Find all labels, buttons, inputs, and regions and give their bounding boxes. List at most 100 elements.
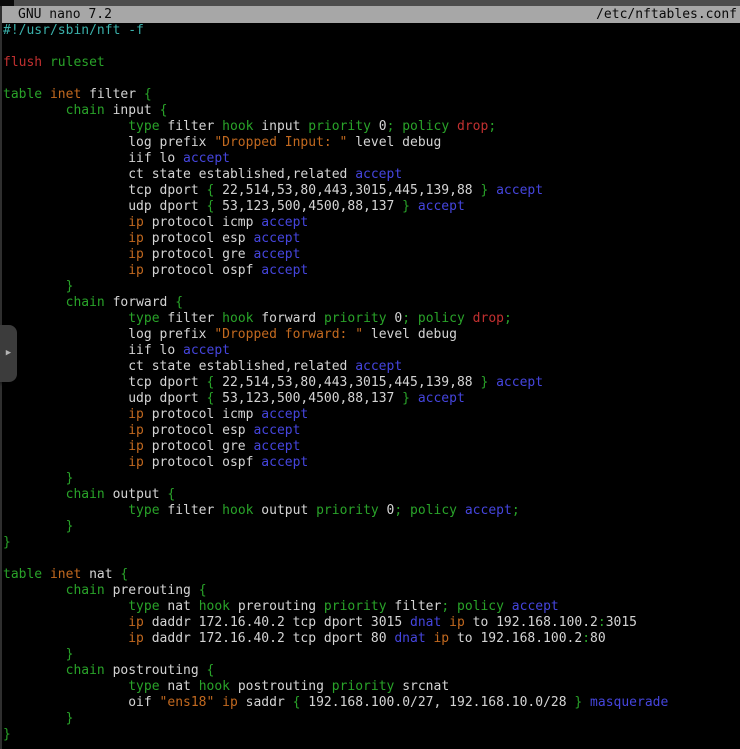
code-token: type [128, 311, 159, 326]
code-token: inet [50, 87, 81, 102]
code-token: drop [457, 119, 488, 134]
code-line: ip protocol icmp accept [3, 215, 740, 231]
code-line: ip protocol gre accept [3, 247, 740, 263]
code-token [410, 199, 418, 214]
code-token: priority [324, 599, 387, 614]
code-token: accept [183, 343, 230, 358]
code-line: chain input { [3, 103, 740, 119]
code-token [42, 567, 50, 582]
code-token [3, 503, 128, 518]
code-token [3, 279, 66, 294]
code-line: type filter hook input priority 0; polic… [3, 119, 740, 135]
code-token: oif [3, 695, 160, 710]
code-token: protocol gre [144, 439, 254, 454]
code-token: hook [199, 679, 230, 694]
code-token: type [128, 679, 159, 694]
code-token: priority [308, 119, 371, 134]
code-token: postrouting [105, 663, 207, 678]
code-token: accept [183, 151, 230, 166]
sidebar-handle[interactable]: ▶ [0, 325, 17, 382]
code-token [3, 407, 128, 422]
code-token [3, 215, 128, 230]
code-token: level debug [363, 327, 457, 342]
code-token [3, 247, 128, 262]
code-token [3, 679, 128, 694]
code-token [3, 615, 128, 630]
code-token: accept [418, 391, 465, 406]
code-token [3, 711, 66, 726]
code-line: } [3, 727, 740, 743]
code-token: ip [128, 263, 144, 278]
code-token: accept [512, 599, 559, 614]
code-token [582, 695, 590, 710]
code-token: ip [128, 231, 144, 246]
code-token: { [207, 663, 215, 678]
code-line: } [3, 647, 740, 663]
code-line: ct state established,related accept [3, 167, 740, 183]
code-line: } [3, 519, 740, 535]
code-token [3, 647, 66, 662]
code-token [3, 231, 128, 246]
code-token: ip [222, 695, 238, 710]
code-token: level debug [347, 135, 441, 150]
code-line: } [3, 279, 740, 295]
code-line: tcp dport { 22,514,53,80,443,3015,445,13… [3, 375, 740, 391]
code-token: protocol gre [144, 247, 254, 262]
code-line: chain output { [3, 487, 740, 503]
code-token: accept [253, 231, 300, 246]
code-token: filter [160, 311, 223, 326]
code-token: ; [441, 599, 449, 614]
code-line: ip protocol ospf accept [3, 455, 740, 471]
code-token: log prefix [3, 327, 214, 342]
code-token: } [3, 535, 11, 550]
code-token: nat [81, 567, 120, 582]
code-token: srcnat [394, 679, 449, 694]
code-token: 3015 [606, 615, 637, 630]
code-line: ip protocol gre accept [3, 439, 740, 455]
code-token: ip [433, 631, 449, 646]
code-line: iif lo accept [3, 151, 740, 167]
code-token: filter [160, 119, 223, 134]
code-line: chain forward { [3, 295, 740, 311]
code-token: udp dport [3, 199, 207, 214]
code-token: "Dropped forward: " [214, 327, 363, 342]
code-line: ip protocol ospf accept [3, 263, 740, 279]
code-token: priority [324, 311, 387, 326]
code-token: ip [128, 439, 144, 454]
code-token: ; [504, 311, 512, 326]
code-token [488, 375, 496, 390]
code-line: table inet filter { [3, 87, 740, 103]
code-line: table inet nat { [3, 567, 740, 583]
code-token: iif lo [3, 343, 183, 358]
code-token: accept [261, 215, 308, 230]
code-token: hook [222, 503, 253, 518]
code-token: chain [66, 103, 105, 118]
code-token: inet [50, 567, 81, 582]
code-token: filter [81, 87, 144, 102]
code-token: flush [3, 55, 42, 70]
file-path-label: /etc/nftables.conf [596, 6, 737, 23]
code-token: 53,123,500,4500,88,137 [214, 199, 402, 214]
code-line: #!/usr/sbin/nft -f [3, 23, 740, 39]
code-token [3, 295, 66, 310]
code-token [3, 311, 128, 326]
code-token: to 192.168.100.2 [465, 615, 598, 630]
code-token: prerouting [230, 599, 324, 614]
code-token: filter [160, 503, 223, 518]
code-line: chain prerouting { [3, 583, 740, 599]
code-token: dnat [394, 631, 425, 646]
code-token: hook [222, 119, 253, 134]
code-line: ip daddr 172.16.40.2 tcp dport 80 dnat i… [3, 631, 740, 647]
code-line: type nat hook postrouting priority srcna… [3, 679, 740, 695]
code-token [3, 599, 128, 614]
code-token: ip [128, 455, 144, 470]
code-token: chain [66, 583, 105, 598]
code-line: ip protocol esp accept [3, 423, 740, 439]
code-token: forward [105, 295, 175, 310]
editor-content[interactable]: #!/usr/sbin/nft -fflush rulesettable ine… [3, 23, 740, 743]
code-token: { [199, 583, 207, 598]
code-token [449, 119, 457, 134]
code-token: priority [316, 503, 379, 518]
code-line [3, 71, 740, 87]
code-line: udp dport { 53,123,500,4500,88,137 } acc… [3, 391, 740, 407]
